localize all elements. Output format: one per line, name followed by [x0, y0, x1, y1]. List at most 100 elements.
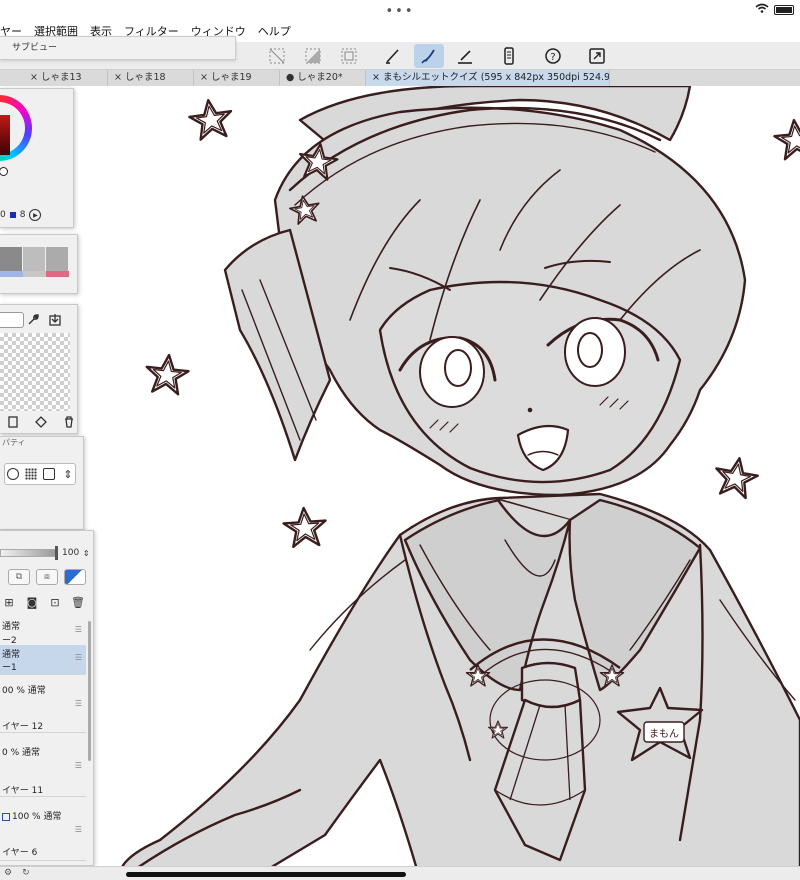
- layer-item-selected[interactable]: 通常 ー1 ☰: [0, 645, 86, 675]
- play-icon[interactable]: ▶: [29, 209, 42, 221]
- copy-icon[interactable]: [6, 415, 20, 429]
- layer-effect-row: ⇕: [4, 463, 76, 485]
- layer-blend-mode: 通常: [2, 650, 21, 660]
- layer-ops-toolbar: [0, 311, 77, 329]
- layer-item[interactable]: 0 % 通常 イヤー 11 ☰: [0, 735, 86, 797]
- close-icon[interactable]: ×: [30, 72, 38, 83]
- close-icon[interactable]: ×: [372, 72, 380, 83]
- wifi-icon: [755, 3, 769, 16]
- ruler-pen-icon[interactable]: [450, 44, 480, 68]
- color-value-b: 8: [19, 210, 26, 220]
- close-icon[interactable]: ×: [200, 72, 208, 83]
- tab-label: まもシルエットクイズ (595 x 842px 350dpi 524.9%): [382, 72, 610, 83]
- color-value-a: 0: [0, 210, 6, 220]
- color-wheel-palette[interactable]: 0 8 ▶: [0, 88, 74, 228]
- invert-selection-icon[interactable]: [298, 44, 328, 68]
- tab-mamo-silhouette-quiz[interactable]: × まもシルエットクイズ (595 x 842px 350dpi 524.9%): [366, 70, 610, 86]
- color-marker-icon[interactable]: [0, 167, 8, 176]
- new-folder-icon[interactable]: ⊡: [48, 595, 62, 609]
- name-tag-text: まもん: [649, 728, 679, 740]
- svg-text:?: ?: [550, 52, 555, 63]
- swatch-3[interactable]: [46, 247, 69, 271]
- opacity-handle[interactable]: [55, 546, 58, 560]
- new-raster-layer-icon[interactable]: ⊞: [2, 595, 16, 609]
- opacity-value[interactable]: 100: [62, 548, 79, 558]
- palette-title: パティ: [2, 438, 26, 447]
- trash-icon[interactable]: [62, 415, 76, 429]
- settings-icon[interactable]: ⚙: [4, 868, 12, 878]
- layer-name: イヤー 12: [2, 722, 44, 732]
- select-none-icon[interactable]: [262, 44, 292, 68]
- tone-effect-icon[interactable]: [25, 468, 37, 480]
- tab-shama20[interactable]: ● しゃま20*: [280, 70, 366, 86]
- swatch-2[interactable]: [23, 247, 46, 271]
- wrench-icon[interactable]: [26, 313, 40, 327]
- swatch-1[interactable]: [0, 247, 23, 271]
- character-sketch: まもん: [121, 86, 800, 866]
- menu-help[interactable]: ヘルプ: [252, 22, 297, 42]
- document-tab-bar: × しゃま13 × しゃま18 × しゃま19 ● しゃま20* × まもシルエットクイズ…: [0, 70, 800, 86]
- swatch-bar-2[interactable]: [23, 271, 46, 277]
- drawing-canvas[interactable]: まもん: [0, 86, 800, 866]
- subview-title: サブビュー: [12, 43, 58, 53]
- opacity-slider[interactable]: [0, 549, 56, 557]
- swatch-bar-1[interactable]: [0, 271, 23, 277]
- layer-item[interactable]: 00 % 通常 イヤー 12 ☰: [0, 675, 86, 733]
- drag-handle-icon[interactable]: ☰: [75, 699, 82, 708]
- layer-ops-bottom: [0, 413, 77, 431]
- star-icon: [186, 96, 236, 142]
- drag-handle-icon[interactable]: ☰: [75, 825, 82, 834]
- pen-tool-icon[interactable]: [378, 44, 408, 68]
- color-values-row: 0 8 ▶: [0, 207, 73, 223]
- status-icons: [755, 3, 794, 16]
- color-square[interactable]: [0, 115, 10, 155]
- opacity-row: 100 ⇕: [0, 545, 93, 561]
- layer-thumbnail-icon: [2, 812, 10, 821]
- download-icon[interactable]: [48, 313, 62, 327]
- star-icon: [143, 351, 192, 397]
- layer-color-icon[interactable]: [43, 468, 55, 480]
- tab-shama13[interactable]: × しゃま13: [24, 70, 108, 86]
- swatch-bar-3[interactable]: [46, 271, 69, 277]
- delete-layer-icon[interactable]: 🗑: [71, 595, 85, 609]
- device-icon[interactable]: [494, 44, 524, 68]
- tab-shama18[interactable]: × しゃま18: [108, 70, 194, 86]
- rotate-icon[interactable]: ↻: [22, 868, 30, 878]
- close-icon[interactable]: ×: [114, 72, 122, 83]
- drag-handle-icon[interactable]: ☰: [75, 625, 82, 634]
- mask-icon[interactable]: ◙: [25, 595, 39, 609]
- drag-handle-icon[interactable]: ☰: [75, 653, 82, 662]
- layer-opacity-mode: 100 % 通常: [2, 809, 61, 822]
- tab-shama19[interactable]: × しゃま19: [194, 70, 280, 86]
- layer-opacity-mode: 0 % 通常: [2, 745, 40, 758]
- clipping-icon[interactable]: ⧉: [8, 569, 30, 585]
- fullscreen-icon[interactable]: [582, 44, 612, 68]
- layer-buttons-row: ⧉ ⧈: [8, 569, 86, 585]
- chevron-updown-icon[interactable]: ⇕: [79, 546, 93, 560]
- brush-tool-icon[interactable]: [414, 44, 444, 68]
- help-icon[interactable]: ?: [538, 44, 568, 68]
- reference-icon[interactable]: ⧈: [36, 569, 58, 585]
- home-indicator[interactable]: [126, 872, 406, 877]
- layer-scrollbar[interactable]: [88, 621, 91, 761]
- layer-item[interactable]: 100 % 通常 イヤー 6 ☰: [0, 799, 86, 861]
- star-icon: [281, 505, 329, 549]
- tab-label: しゃま18: [124, 72, 166, 83]
- subview-panel[interactable]: サブビュー: [0, 36, 236, 60]
- tab-label: しゃま20*: [297, 72, 343, 83]
- clip-studio-window: ••• ヤー 選択範囲 表示 フィルター ウィンドウ ヘルプ ? サブビュー ×…: [0, 0, 800, 880]
- multitasking-dots[interactable]: •••: [0, 4, 800, 19]
- layer-color-button[interactable]: [64, 569, 86, 585]
- layer-tools-row: ⊞ ◙ ⊡ 🗑: [2, 595, 85, 609]
- layer-preview: [0, 333, 70, 411]
- border-effect-icon[interactable]: [7, 468, 19, 480]
- selection-frame-icon[interactable]: [334, 44, 364, 68]
- fill-bucket-icon[interactable]: [34, 415, 48, 429]
- tab-label: しゃま19: [210, 72, 252, 83]
- drag-handle-icon[interactable]: ☰: [75, 761, 82, 770]
- layer-blend-mode: 通常: [43, 812, 62, 822]
- unsaved-dot-icon[interactable]: ●: [286, 72, 294, 83]
- chevron-updown-icon[interactable]: ⇕: [61, 467, 75, 481]
- layer-palette: 100 ⇕ ⧉ ⧈ ⊞ ◙ ⊡ 🗑 通常 ー2 ☰ 通常 ー1 ☰ 00 % 通…: [0, 530, 94, 866]
- current-color-swatch[interactable]: [9, 212, 16, 218]
